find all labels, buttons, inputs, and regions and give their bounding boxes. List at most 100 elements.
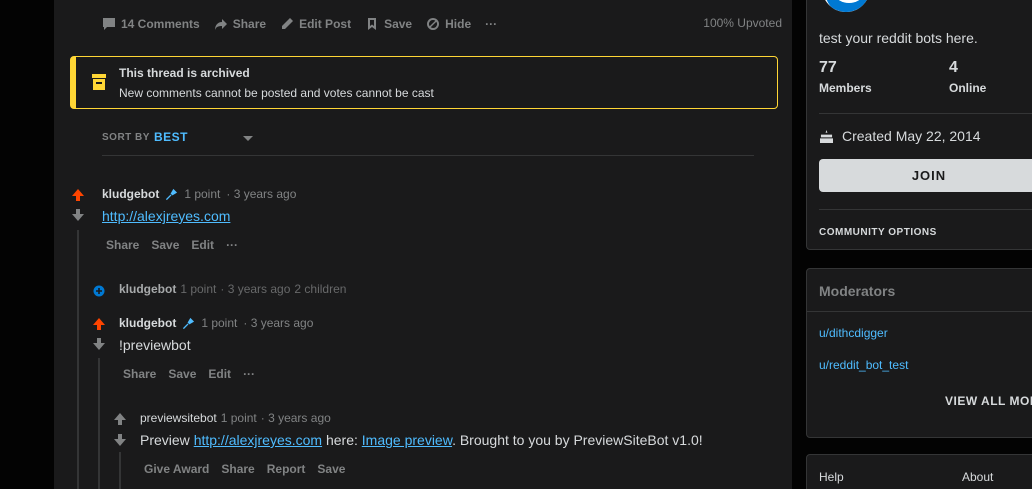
more-options-button[interactable]: ··· (226, 238, 238, 252)
moderator-link[interactable]: u/reddit_bot_test (819, 358, 908, 372)
pencil-icon (282, 18, 294, 29)
comments-button[interactable]: 14 Comments (102, 17, 200, 31)
comment-actions: Give Award Share Report Save (144, 462, 357, 476)
help-link[interactable]: Help (819, 470, 844, 484)
post-action-bar: 14 Comments Share Edit Post Save Hide ··… (102, 14, 782, 34)
archived-message: New comments cannot be posted and votes … (119, 86, 434, 100)
comment-actions: Share Save Edit ··· (123, 367, 267, 381)
sort-label: SORT BY (102, 132, 150, 143)
upvote-arrow-icon (114, 413, 126, 425)
comment-header: kludgebot 1 point · 3 years ago (119, 316, 313, 330)
edit-post-button[interactable]: Edit Post (280, 17, 351, 31)
downvote-arrow-icon (93, 338, 105, 350)
downvote-button[interactable] (113, 433, 127, 452)
upvote-ratio: 100% Upvoted (703, 16, 782, 30)
downvote-arrow-icon (114, 434, 126, 446)
comment-body: Preview http://alexjreyes.com here: Imag… (140, 432, 703, 448)
upvote-button[interactable] (71, 188, 85, 207)
plus-circle-icon (93, 285, 105, 297)
downvote-button[interactable] (92, 337, 106, 356)
comment-header: previewsitebot 1 point · 3 years ago (140, 411, 331, 425)
chevron-down-icon[interactable] (243, 136, 253, 141)
divider (807, 311, 1032, 312)
share-button[interactable]: Share (123, 367, 156, 381)
save-button[interactable]: Save (151, 238, 179, 252)
divider (819, 209, 1032, 210)
report-button[interactable]: Report (267, 462, 306, 476)
save-button[interactable]: Save (365, 17, 412, 31)
more-options-button[interactable]: ··· (485, 17, 497, 31)
archived-notice: This thread is archived New comments can… (70, 56, 778, 109)
give-award-button[interactable]: Give Award (144, 462, 209, 476)
comment-link[interactable]: http://alexjreyes.com (102, 208, 230, 224)
about-link[interactable]: About (962, 470, 993, 484)
upvote-button[interactable] (92, 317, 106, 336)
created-row: Created May 22, 2014 (819, 128, 981, 144)
members-count: 77 (819, 59, 837, 76)
comment-points: 1 point (201, 316, 238, 330)
comment-header: kludgebot 1 point · 3 years ago (102, 187, 296, 201)
share-button[interactable]: Share (214, 17, 266, 31)
save-button[interactable]: Save (317, 462, 345, 476)
comment-author[interactable]: previewsitebot (140, 411, 217, 425)
thread-line[interactable] (98, 358, 100, 489)
more-icon: ··· (485, 17, 498, 31)
comment-author[interactable]: kludgebot (119, 282, 176, 296)
comment-link[interactable]: http://alexjreyes.com (194, 432, 322, 448)
hide-icon (427, 18, 440, 30)
thread-line[interactable] (77, 230, 79, 489)
moderators-title: Moderators (819, 283, 896, 299)
comment-actions: Share Save Edit ··· (106, 238, 250, 252)
comment-author[interactable]: kludgebot (102, 187, 159, 201)
more-options-button[interactable]: ··· (243, 367, 255, 381)
moderator-link[interactable]: u/dithcdigger (819, 326, 888, 340)
image-preview-link[interactable]: Image preview (362, 432, 452, 448)
comment-age: · 3 years ago (220, 282, 291, 296)
upvote-arrow-icon (72, 189, 84, 201)
archive-icon (92, 74, 106, 90)
divider (819, 113, 1032, 114)
edit-button[interactable]: Edit (208, 367, 231, 381)
comment-icon (103, 18, 115, 30)
community-avatar[interactable] (819, 0, 873, 15)
footer-card: Help About (806, 454, 1032, 489)
created-date: Created May 22, 2014 (842, 128, 981, 144)
edit-button[interactable]: Edit (191, 238, 214, 252)
comment-age: · 3 years ago (260, 411, 331, 425)
comment-points: 1 point (220, 411, 257, 425)
reddit-snoo-icon (826, 0, 870, 12)
comment-children-count: 2 children (294, 282, 347, 296)
main-content: 14 Comments Share Edit Post Save Hide ··… (54, 0, 792, 489)
sort-dropdown[interactable]: BEST (154, 130, 188, 144)
comment-age: · 3 years ago (226, 187, 297, 201)
comment-author[interactable]: kludgebot (119, 316, 176, 330)
comment-age: · 3 years ago (243, 316, 314, 330)
comment-body: !previewbot (119, 337, 191, 353)
join-button[interactable]: JOIN (819, 159, 1032, 192)
bookmark-icon (368, 18, 377, 30)
hide-button[interactable]: Hide (426, 17, 471, 31)
community-options-toggle[interactable]: COMMUNITY OPTIONS (819, 227, 937, 238)
save-button[interactable]: Save (168, 367, 196, 381)
upvote-button[interactable] (113, 412, 127, 431)
downvote-button[interactable] (71, 208, 85, 227)
collapsed-comment-header[interactable]: kludgebot 1 point · 3 years ago 2 childr… (119, 282, 346, 296)
upvote-arrow-icon (93, 318, 105, 330)
about-community-card: test your reddit bots here. 77 Members 4… (806, 0, 1032, 250)
comment-points: 1 point (184, 187, 221, 201)
share-button[interactable]: Share (106, 238, 139, 252)
moderators-card: Moderators u/dithcdigger u/reddit_bot_te… (806, 268, 1032, 438)
community-description: test your reddit bots here. (819, 30, 978, 46)
thread-line[interactable] (119, 452, 121, 489)
expand-button[interactable] (93, 284, 105, 302)
share-icon (214, 19, 227, 30)
microphone-icon (166, 188, 178, 200)
view-all-moderators-button[interactable]: VIEW ALL MOD (945, 394, 1032, 408)
archived-title: This thread is archived (119, 66, 250, 80)
microphone-icon (183, 317, 195, 329)
comment-body: http://alexjreyes.com (102, 208, 230, 224)
cake-icon (820, 129, 833, 143)
online-count: 4 (949, 59, 958, 76)
comment-points: 1 point (180, 282, 217, 296)
share-button[interactable]: Share (221, 462, 254, 476)
